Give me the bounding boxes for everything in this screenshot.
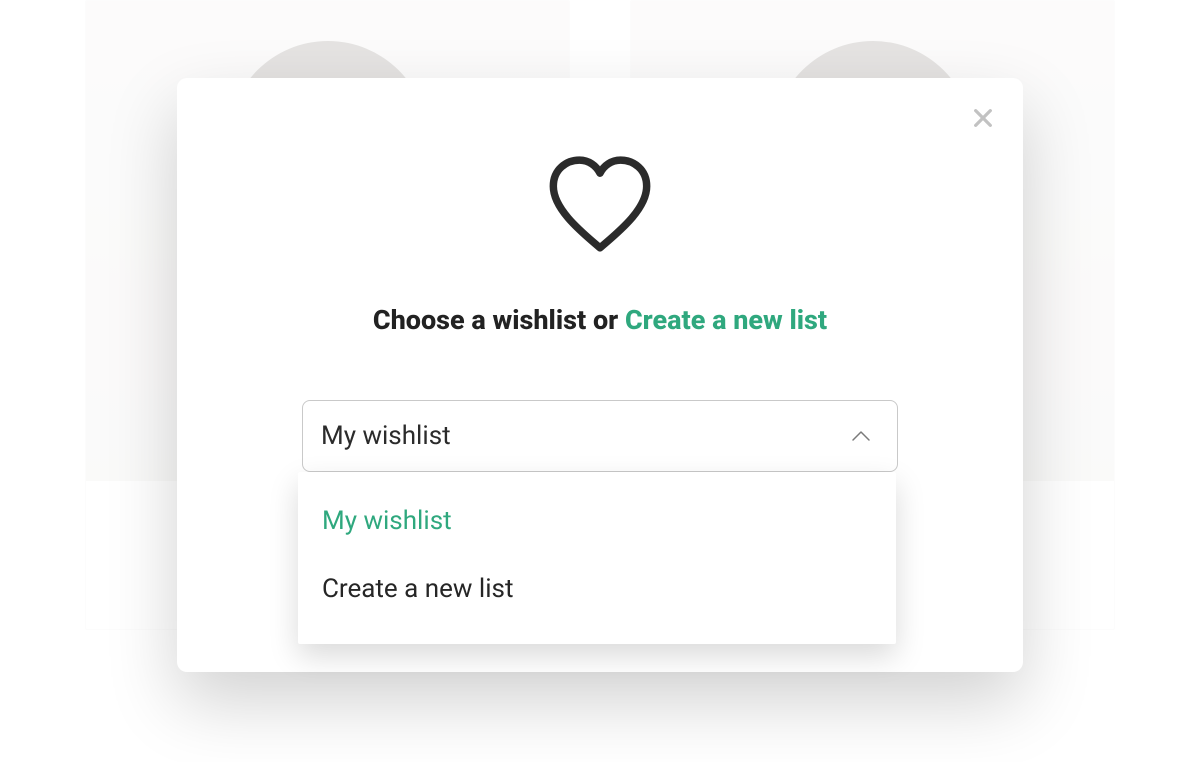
chevron-up-icon <box>851 427 871 446</box>
close-button[interactable] <box>965 100 1001 136</box>
heart-icon <box>544 154 656 258</box>
headline-prefix: Choose a wishlist or <box>373 304 625 336</box>
selected-value: My wishlist <box>321 421 451 451</box>
create-new-list-link[interactable]: Create a new list <box>625 304 827 336</box>
wishlist-select[interactable]: My wishlist <box>302 400 898 472</box>
dropdown-option-my-wishlist[interactable]: My wishlist <box>298 494 896 548</box>
wishlist-dropdown: My wishlist Create a new list <box>298 472 896 644</box>
close-icon <box>972 107 994 129</box>
dropdown-option-create-new[interactable]: Create a new list <box>298 562 896 616</box>
modal-headline: Choose a wishlist or Create a new list <box>373 304 827 336</box>
